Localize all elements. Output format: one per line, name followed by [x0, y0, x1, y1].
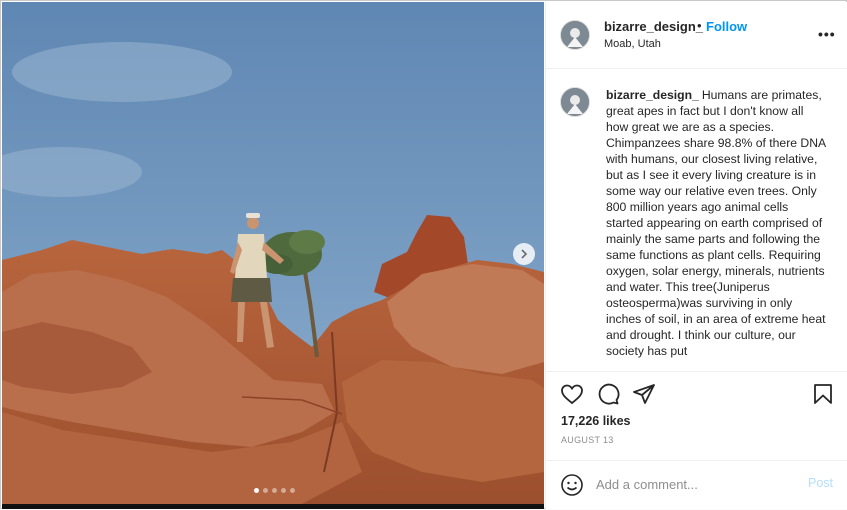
- post-dialog: bizarre_design_ • Follow Moab, Utah ••• …: [0, 0, 847, 509]
- caption-text: Humans are primates, great apes in fact …: [606, 88, 826, 358]
- avatar[interactable]: [560, 87, 590, 117]
- avatar-image: [561, 21, 589, 49]
- chevron-right-icon: [521, 249, 528, 259]
- share-button[interactable]: [632, 382, 656, 406]
- post-header: bizarre_design_ • Follow Moab, Utah •••: [546, 2, 847, 69]
- post-date[interactable]: AUGUST 13: [561, 435, 614, 445]
- comment-input[interactable]: [596, 473, 796, 495]
- comment-composer: Post: [546, 460, 847, 510]
- like-count[interactable]: 17,226 likes: [561, 414, 631, 428]
- caption-section: bizarre_design_ Humans are primates, grea…: [546, 69, 847, 372]
- more-options-button[interactable]: •••: [818, 26, 836, 42]
- like-button[interactable]: [560, 382, 584, 406]
- action-bar: [546, 374, 847, 414]
- post-side-panel: bizarre_design_ • Follow Moab, Utah ••• …: [545, 2, 847, 509]
- bookmark-icon: [814, 384, 832, 404]
- separator-dot: •: [697, 18, 702, 33]
- photo-bottom-edge: [2, 504, 544, 509]
- avatar[interactable]: [560, 20, 590, 50]
- carousel-dot: [263, 488, 268, 493]
- carousel-dot: [281, 488, 286, 493]
- post-location[interactable]: Moab, Utah: [604, 38, 661, 50]
- carousel-dot: [290, 488, 295, 493]
- smiley-icon: [561, 474, 583, 496]
- post-photo[interactable]: [2, 2, 544, 504]
- caption-username[interactable]: bizarre_design_: [606, 88, 699, 102]
- heart-icon: [561, 384, 583, 405]
- carousel-dot: [254, 488, 259, 493]
- photo-scene: [2, 2, 544, 504]
- carousel-indicator: [254, 488, 295, 493]
- emoji-button[interactable]: [560, 473, 584, 497]
- post-author-username[interactable]: bizarre_design_: [604, 19, 703, 34]
- post-comment-button[interactable]: Post: [808, 476, 833, 490]
- next-slide-button[interactable]: [513, 243, 535, 265]
- comment-button[interactable]: [596, 382, 620, 406]
- post-caption: bizarre_design_ Humans are primates, grea…: [606, 87, 826, 359]
- save-button[interactable]: [811, 382, 835, 406]
- comment-icon: [598, 383, 620, 405]
- follow-button[interactable]: Follow: [706, 19, 747, 34]
- paper-plane-icon: [633, 384, 655, 404]
- avatar-image: [561, 88, 589, 116]
- carousel-dot: [272, 488, 277, 493]
